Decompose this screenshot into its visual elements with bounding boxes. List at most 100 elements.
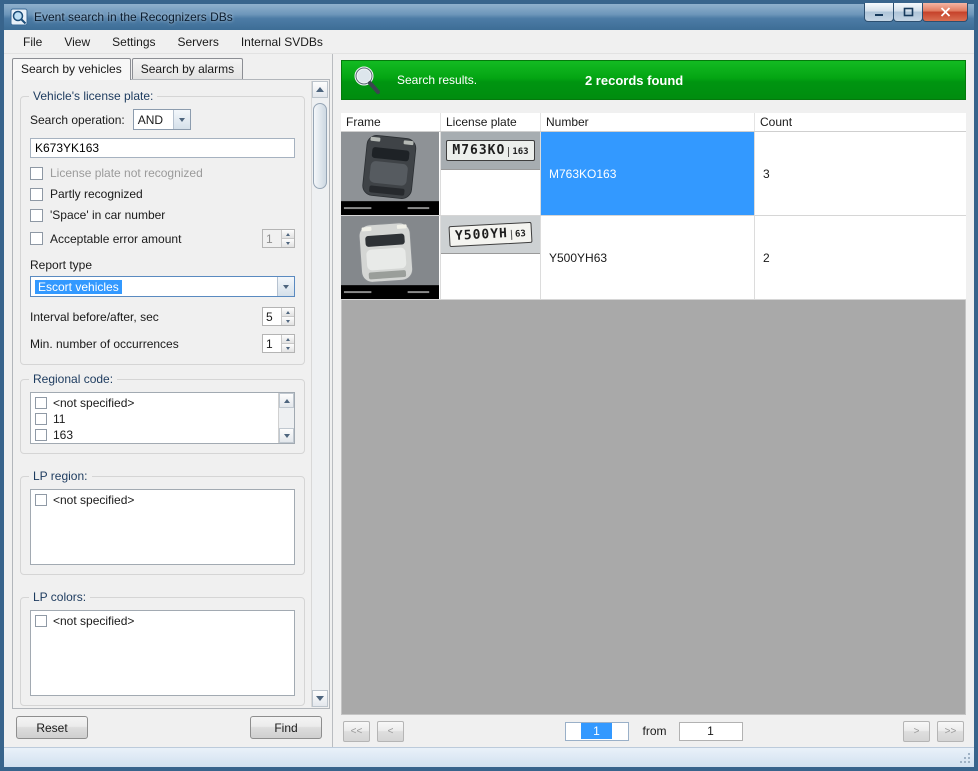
- license-plate-photo: М763КО 163: [441, 132, 540, 170]
- list-item[interactable]: 11: [34, 411, 276, 427]
- search-icon: [351, 64, 383, 96]
- spin-up-icon[interactable]: [282, 308, 294, 317]
- menu-servers[interactable]: Servers: [167, 30, 230, 53]
- reset-button[interactable]: Reset: [16, 716, 88, 739]
- pagination-bar: << < 1 from 1 > >>: [341, 715, 966, 747]
- tab-search-by-alarms[interactable]: Search by alarms: [132, 58, 243, 79]
- results-panel: Search results. 2 records found Frame Li…: [332, 54, 974, 747]
- next-page-button[interactable]: >: [903, 721, 930, 742]
- menu-internal-svdbs[interactable]: Internal SVDBs: [230, 30, 334, 53]
- lp-colors-list[interactable]: <not specified>: [30, 610, 295, 696]
- title-bar: Event search in the Recognizers DBs: [4, 4, 974, 30]
- checkbox-regional-not-specified[interactable]: [35, 397, 47, 409]
- checkbox-regional-11[interactable]: [35, 413, 47, 425]
- checkbox-partly-recognized-label: Partly recognized: [50, 187, 143, 201]
- error-amount-value: 1: [263, 230, 281, 247]
- chevron-down-icon[interactable]: [173, 110, 190, 129]
- list-scrollbar[interactable]: [278, 393, 294, 443]
- checkbox-plate-not-recognized[interactable]: [30, 167, 43, 180]
- report-type-value: Escort vehicles: [35, 280, 122, 294]
- column-header-frame[interactable]: Frame: [341, 113, 441, 131]
- license-plate-cell[interactable]: Y500YH 63: [441, 216, 541, 299]
- scroll-up-icon[interactable]: [279, 393, 294, 408]
- scroll-down-icon[interactable]: [279, 428, 294, 443]
- column-header-count[interactable]: Count: [755, 113, 966, 131]
- list-item[interactable]: <not specified>: [34, 492, 291, 508]
- checkbox-regional-163[interactable]: [35, 429, 47, 441]
- lp-colors-group: LP colors: <not specified>: [20, 597, 305, 706]
- find-button[interactable]: Find: [250, 716, 322, 739]
- checkbox-partly-recognized[interactable]: [30, 188, 43, 201]
- resize-grip[interactable]: [959, 752, 972, 765]
- spin-down-icon[interactable]: [282, 239, 294, 247]
- menu-bar: File View Settings Servers Internal SVDB…: [4, 30, 974, 54]
- occurrences-label: Min. number of occurrences: [30, 337, 179, 351]
- list-item[interactable]: 163: [34, 427, 276, 443]
- regional-code-list[interactable]: <not specified> 11 163: [30, 392, 295, 444]
- close-button[interactable]: [922, 3, 968, 22]
- number-cell[interactable]: Y500YH63: [541, 216, 755, 299]
- previous-page-button[interactable]: <: [377, 721, 404, 742]
- scroll-down-icon[interactable]: [312, 690, 328, 707]
- vehicle-photo: [341, 216, 439, 299]
- spin-down-icon[interactable]: [282, 317, 294, 325]
- checkbox-lp-region-not-specified[interactable]: [35, 494, 47, 506]
- close-icon: [940, 7, 951, 17]
- page-number-input[interactable]: 1: [565, 722, 629, 741]
- results-status-text: Search results.: [397, 73, 477, 87]
- interval-spinner[interactable]: 5: [262, 307, 295, 326]
- search-panel: Search by vehicles Search by alarms Vehi…: [4, 54, 332, 747]
- regional-code-group: Regional code: <not specified> 11 163: [20, 379, 305, 454]
- scrollbar-thumb[interactable]: [313, 103, 327, 189]
- table-row: Y500YH 63 Y500YH63 2: [341, 216, 966, 300]
- regional-code-group-title: Regional code:: [29, 372, 117, 386]
- search-operation-combobox[interactable]: AND: [133, 109, 191, 130]
- list-item[interactable]: <not specified>: [34, 395, 276, 411]
- last-page-button[interactable]: >>: [937, 721, 964, 742]
- maximize-icon: [903, 7, 914, 17]
- spin-up-icon[interactable]: [282, 230, 294, 239]
- checkbox-error-amount-label: Acceptable error amount: [50, 232, 181, 246]
- count-cell[interactable]: 3: [755, 132, 966, 215]
- tab-strip: Search by vehicles Search by alarms: [12, 58, 330, 79]
- frame-cell[interactable]: [341, 216, 441, 299]
- records-found-text: 2 records found: [585, 73, 683, 88]
- checkbox-lp-colors-not-specified[interactable]: [35, 615, 47, 627]
- column-header-license-plate[interactable]: License plate: [441, 113, 541, 131]
- checkbox-error-amount[interactable]: [30, 232, 43, 245]
- status-bar: [4, 747, 974, 767]
- from-label: from: [643, 724, 667, 738]
- menu-view[interactable]: View: [53, 30, 101, 53]
- chevron-down-icon[interactable]: [277, 277, 294, 296]
- search-operation-value: AND: [138, 113, 163, 127]
- results-banner: Search results. 2 records found: [341, 60, 966, 100]
- license-plate-cell[interactable]: М763КО 163: [441, 132, 541, 215]
- menu-settings[interactable]: Settings: [101, 30, 166, 53]
- number-cell-selected[interactable]: M763KO163: [541, 132, 755, 215]
- menu-file[interactable]: File: [12, 30, 53, 53]
- list-item[interactable]: <not specified>: [34, 613, 291, 629]
- report-type-label: Report type: [30, 258, 92, 272]
- first-page-button[interactable]: <<: [343, 721, 370, 742]
- window-title: Event search in the Recognizers DBs: [34, 10, 233, 24]
- occurrences-spinner[interactable]: 1: [262, 334, 295, 353]
- frame-cell[interactable]: [341, 132, 441, 215]
- results-table: Frame License plate Number Count: [341, 113, 966, 300]
- column-header-number[interactable]: Number: [541, 113, 755, 131]
- spin-up-icon[interactable]: [282, 335, 294, 344]
- error-amount-spinner[interactable]: 1: [262, 229, 295, 248]
- lp-colors-group-title: LP colors:: [29, 590, 90, 604]
- panel-scrollbar[interactable]: [311, 81, 328, 707]
- tab-search-by-vehicles[interactable]: Search by vehicles: [12, 58, 131, 80]
- report-type-combobox[interactable]: Escort vehicles: [30, 276, 295, 297]
- lp-region-list[interactable]: <not specified>: [30, 489, 295, 565]
- license-plate-input[interactable]: [30, 138, 295, 158]
- count-cell[interactable]: 2: [755, 216, 966, 299]
- scroll-up-icon[interactable]: [312, 81, 328, 98]
- checkbox-space-in-number[interactable]: [30, 209, 43, 222]
- spin-down-icon[interactable]: [282, 344, 294, 352]
- table-row: М763КО 163 M763KO163 3: [341, 132, 966, 216]
- lp-region-group-title: LP region:: [29, 469, 92, 483]
- minimize-button[interactable]: [864, 3, 894, 22]
- maximize-button[interactable]: [893, 3, 923, 22]
